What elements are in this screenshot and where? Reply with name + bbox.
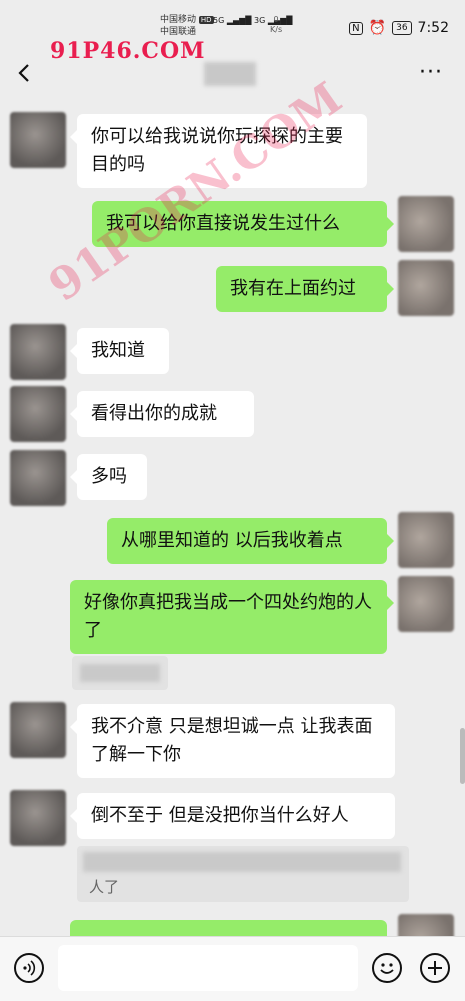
message-incoming[interactable]: 倒不至于 但是没把你当什么好人: [70, 793, 395, 839]
chat-header: ···: [0, 46, 465, 106]
scrollbar[interactable]: [460, 728, 465, 784]
message-incoming[interactable]: 看得出你的成就: [70, 391, 254, 437]
back-button[interactable]: [14, 62, 36, 84]
contact-avatar[interactable]: [10, 450, 66, 506]
message-outgoing[interactable]: 从哪里知道的 以后我收着点: [107, 518, 394, 564]
net-1: 5G: [213, 16, 225, 25]
my-avatar[interactable]: [398, 512, 454, 568]
contact-avatar[interactable]: [10, 112, 66, 168]
input-bar: [0, 936, 465, 1001]
emoji-icon: [380, 963, 394, 974]
message-input[interactable]: [58, 945, 358, 991]
message-outgoing-partial[interactable]: [70, 920, 387, 936]
plus-button[interactable]: [420, 953, 450, 983]
quoted-message-redacted[interactable]: [72, 656, 168, 690]
alarm-icon: ⏰: [368, 20, 387, 36]
my-avatar[interactable]: [398, 260, 454, 316]
more-button[interactable]: ···: [419, 60, 443, 85]
emoji-button[interactable]: [372, 953, 402, 983]
chevron-left-icon: [18, 64, 29, 82]
contact-avatar[interactable]: [10, 324, 66, 380]
carrier-2: 中国联通: [160, 27, 197, 37]
my-avatar[interactable]: [398, 576, 454, 632]
message-outgoing[interactable]: 好像你真把我当成一个四处约炮的人了: [70, 580, 394, 654]
quoted-message[interactable]: 人了: [77, 846, 409, 902]
message-incoming[interactable]: 我知道: [70, 328, 169, 374]
battery-icon: 36: [392, 21, 412, 35]
contact-avatar[interactable]: [10, 386, 66, 442]
speed-value: 0: [273, 15, 279, 24]
net-2: 3G: [254, 16, 266, 25]
contact-name-redacted: [204, 62, 256, 86]
redacted-content: [83, 852, 401, 872]
redacted-content: [80, 664, 160, 682]
status-right: N ⏰ 36 7:52: [349, 20, 449, 36]
network-speed: 0 K/s: [270, 15, 282, 35]
quote-text: 人了: [89, 878, 120, 896]
my-avatar[interactable]: [398, 196, 454, 252]
hd-badge: HD: [198, 16, 214, 24]
clock: 7:52: [417, 20, 449, 36]
carrier-info: 中国移动 HD 中国联通: [160, 14, 214, 38]
plus-icon: [428, 961, 442, 975]
my-avatar[interactable]: [398, 914, 454, 936]
signal-bars-icon: ▂▄▆█: [226, 16, 252, 25]
message-list[interactable]: 你可以给我说说你玩探探的主要目的吗 我可以给你直接说发生过什么 我有在上面约过 …: [0, 106, 465, 936]
voice-icon: [23, 960, 36, 976]
message-incoming[interactable]: 多吗: [70, 454, 147, 500]
carrier-1: 中国移动: [160, 15, 197, 25]
contact-avatar[interactable]: [10, 702, 66, 758]
nfc-icon: N: [349, 21, 363, 35]
message-incoming[interactable]: 我不介意 只是想坦诚一点 让我表面了解一下你: [70, 704, 395, 778]
contact-avatar[interactable]: [10, 790, 66, 846]
message-outgoing[interactable]: 我有在上面约过: [216, 266, 394, 312]
speed-unit: K/s: [270, 25, 283, 34]
voice-button[interactable]: [14, 953, 44, 983]
